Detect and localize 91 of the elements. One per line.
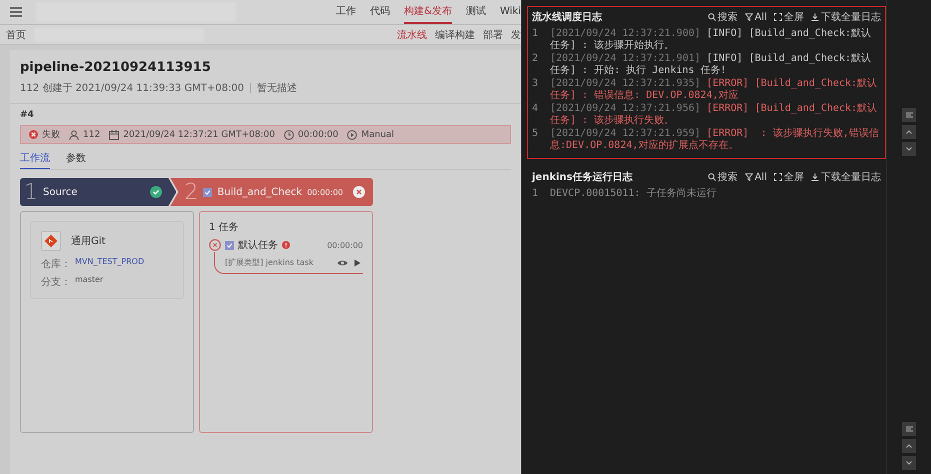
- download-icon: [811, 13, 819, 21]
- line-number: 2: [532, 53, 540, 66]
- home-link[interactable]: 首页: [6, 28, 26, 42]
- created-info: 112 创建于 2021/09/24 11:39:33 GMT+08:00: [20, 82, 244, 95]
- nav-tab[interactable]: 代码: [370, 0, 390, 24]
- field-label: 分支：: [41, 276, 72, 289]
- calendar-icon: [109, 130, 120, 140]
- log-line: [2021/09/24 12:37:21.935] [ERROR] [Build_and_Check:默认任务] : 错误信息: DEV.OP.0824,对应: [550, 78, 878, 102]
- failed-icon: [29, 130, 38, 139]
- play-circle-icon: [347, 130, 358, 140]
- log-line: [2021/09/24 12:37:21.900] [INFO] [Build_and_Check:默认任务] : 该步骤开始执行。: [550, 28, 872, 52]
- tab[interactable]: 参数: [66, 148, 86, 169]
- stage-number: 2: [184, 180, 198, 204]
- trigger-text: Manual: [361, 130, 394, 140]
- menu-icon[interactable]: [10, 7, 22, 17]
- description: 暂无描述: [257, 82, 298, 95]
- chevron-down-icon: [906, 461, 912, 465]
- wrap-icon: [906, 112, 912, 118]
- download-button[interactable]: 下载全量日志: [811, 170, 881, 184]
- download-button[interactable]: 下载全量日志: [811, 10, 881, 24]
- line-number: 1: [532, 28, 540, 41]
- scroll-down-button[interactable]: [902, 456, 916, 470]
- run-number: #4: [20, 110, 35, 120]
- fullscreen-icon: [774, 13, 782, 21]
- log-line: [2021/09/24 12:37:21.956] [ERROR] [Build_and_Check:默认任务] : 该步骤执行失败。: [550, 103, 878, 127]
- search-icon: [708, 173, 716, 181]
- subnav-link[interactable]: 流水线: [397, 28, 427, 42]
- user-text: 112: [83, 130, 100, 140]
- stage-name: Build_and_Check: [217, 186, 302, 198]
- user-icon: [69, 130, 79, 140]
- fullscreen-button[interactable]: 全屏: [774, 10, 804, 24]
- close-icon[interactable]: [353, 186, 365, 198]
- filter-icon: [744, 13, 753, 21]
- scroll-up-button[interactable]: [902, 125, 916, 139]
- stage-duration: 00:00:00: [307, 188, 343, 196]
- subnav-link[interactable]: 发: [511, 28, 521, 42]
- duration-text: 00:00:00: [298, 130, 338, 140]
- field-value: master: [75, 275, 104, 286]
- task-count: 1 任务: [209, 221, 240, 234]
- chevron-down-icon: [906, 147, 912, 151]
- wrap-button[interactable]: [902, 422, 916, 436]
- search-button[interactable]: 搜索: [708, 10, 738, 24]
- wrap-button[interactable]: [902, 108, 916, 122]
- eye-icon[interactable]: [337, 258, 348, 266]
- search-icon: [708, 13, 716, 21]
- fullscreen-icon: [774, 173, 782, 181]
- log-title: jenkins任务运行日志: [532, 170, 632, 184]
- clock-icon: [284, 130, 294, 140]
- line-number: 4: [532, 103, 540, 116]
- subnav-link[interactable]: 部署: [483, 28, 503, 42]
- line-number: 5: [532, 128, 540, 141]
- search-button[interactable]: 搜索: [708, 170, 738, 184]
- stage-checkbox[interactable]: [203, 188, 212, 196]
- download-icon: [811, 173, 819, 181]
- stage-name: Source: [43, 186, 78, 198]
- wrap-icon: [906, 426, 912, 432]
- log-title: 流水线调度日志: [532, 10, 602, 24]
- field-label: 仓库：: [41, 258, 72, 271]
- filter-icon: [744, 173, 753, 181]
- nav-tab[interactable]: 测试: [466, 0, 486, 24]
- nav-tab[interactable]: Wiki: [500, 2, 521, 22]
- task-duration: 00:00:00: [327, 240, 363, 250]
- line-number: 1: [532, 188, 540, 200]
- stage-header[interactable]: 1 Source: [20, 178, 176, 206]
- play-icon[interactable]: [354, 258, 361, 266]
- scroll-down-button[interactable]: [902, 142, 916, 156]
- stage-number: 1: [24, 180, 38, 204]
- status-text: 失败: [42, 128, 60, 141]
- log-line: [2021/09/24 12:37:21.959] [ERROR] : 该步骤执行失败,错误信息:DEV.OP.0824,对应的扩展点不存在。: [550, 128, 880, 152]
- log-line: [2021/09/24 12:37:21.901] [INFO] [Build_and_Check:默认任务] : 开始: 执行 Jenkins 任务!: [550, 53, 872, 77]
- source-name: 通用Git: [71, 234, 106, 248]
- task-type: [扩展类型] jenkins task: [225, 257, 314, 268]
- date-text: 2021/09/24 12:37:21 GMT+08:00: [123, 130, 275, 140]
- filter-button[interactable]: All: [744, 172, 767, 182]
- chevron-up-icon: [906, 130, 912, 134]
- pipeline-title: pipeline-20210924113915: [20, 60, 212, 75]
- task-name: 默认任务: [238, 239, 278, 252]
- stage-header[interactable]: 2 Build_and_Check 00:00:00: [170, 178, 373, 206]
- line-number: 3: [532, 78, 540, 91]
- fullscreen-button[interactable]: 全屏: [774, 170, 804, 184]
- chevron-up-icon: [906, 444, 912, 448]
- tab[interactable]: 工作流: [20, 148, 50, 169]
- filter-button[interactable]: All: [744, 12, 767, 22]
- scroll-up-button[interactable]: [902, 439, 916, 453]
- subnav-link[interactable]: 编译构建: [435, 28, 475, 42]
- git-logo-icon: [41, 231, 61, 251]
- log-line: DEVCP.00015011: 子任务尚未运行: [550, 188, 716, 200]
- repository-link[interactable]: MVN_TEST_PROD: [75, 257, 144, 271]
- check-icon: [150, 186, 162, 198]
- nav-tab[interactable]: 工作: [336, 0, 356, 24]
- task-checkbox[interactable]: [225, 240, 234, 250]
